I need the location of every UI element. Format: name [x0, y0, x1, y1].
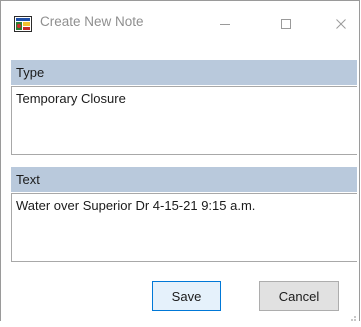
type-label: Type: [16, 65, 45, 80]
text-input[interactable]: Water over Superior Dr 4-15-21 9:15 a.m.: [11, 193, 357, 262]
save-button[interactable]: Save: [152, 281, 221, 311]
app-icon: [14, 16, 32, 32]
save-button-label: Save: [171, 288, 202, 304]
minimize-button[interactable]: [205, 9, 245, 39]
title-bar[interactable]: Create New Note: [1, 1, 359, 45]
text-label: Text: [16, 172, 40, 187]
maximize-button[interactable]: [266, 9, 306, 39]
window-title: Create New Note: [40, 14, 144, 29]
close-button[interactable]: [321, 9, 361, 39]
type-input[interactable]: Temporary Closure: [11, 86, 357, 155]
create-note-dialog: Create New Note Type Temporary Closure T…: [0, 0, 360, 321]
text-section-header: Text: [11, 167, 357, 192]
cancel-button-label: Cancel: [278, 288, 320, 304]
type-value: Temporary Closure: [16, 91, 126, 106]
maximize-icon: [281, 19, 291, 29]
resize-grip-icon[interactable]: [347, 309, 357, 321]
type-section-header: Type: [11, 60, 357, 85]
text-value: Water over Superior Dr 4-15-21 9:15 a.m.: [16, 198, 256, 213]
cancel-button[interactable]: Cancel: [259, 281, 339, 311]
minimize-icon: [220, 24, 230, 25]
close-icon: [336, 19, 346, 29]
